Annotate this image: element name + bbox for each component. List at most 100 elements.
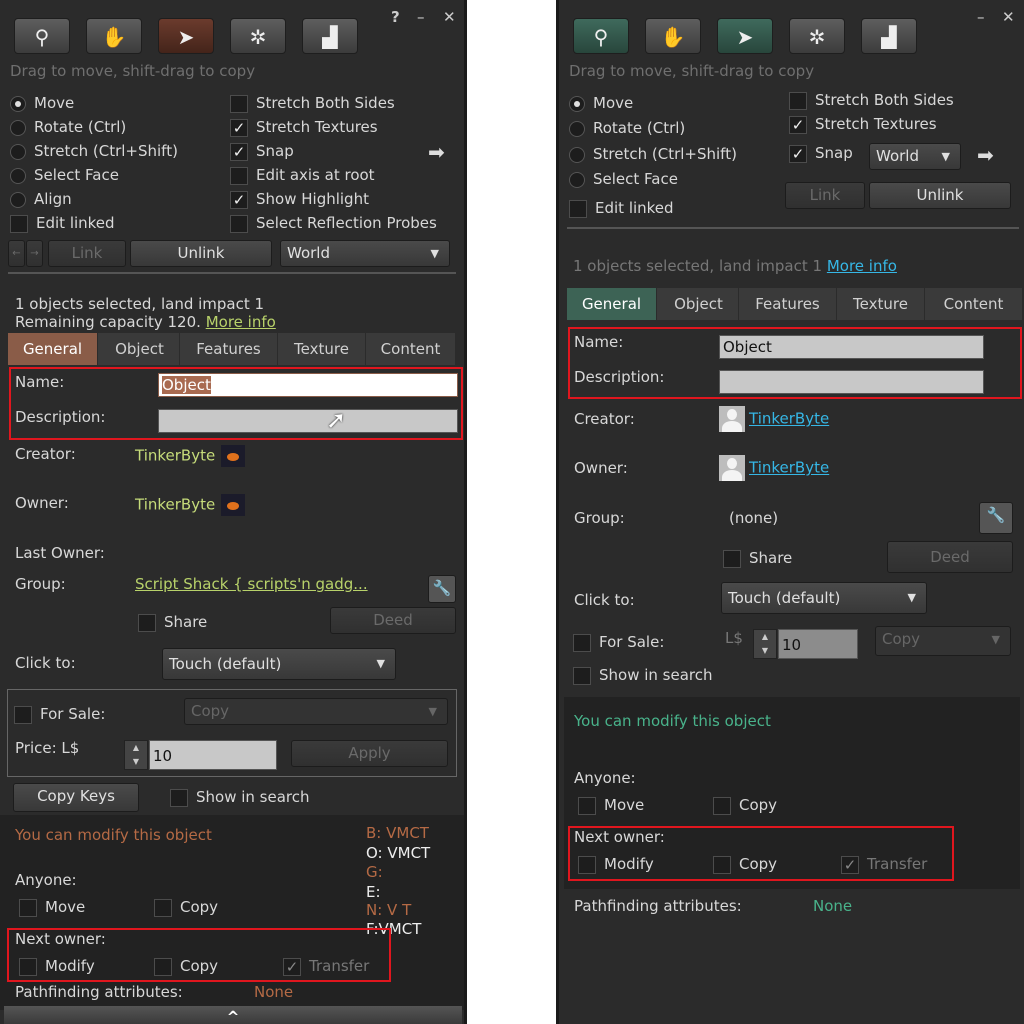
unlink-button[interactable]: Unlink — [130, 240, 272, 267]
for-sale-checkbox[interactable]: For Sale: — [573, 633, 664, 652]
anyone-move-checkbox[interactable]: Move — [578, 796, 644, 815]
stretch-textures-checkbox[interactable]: ✓ Stretch Textures — [789, 115, 937, 134]
share-checkbox[interactable]: Share — [138, 613, 207, 632]
tab-general[interactable]: General — [567, 288, 657, 320]
tab-features[interactable]: Features — [180, 333, 278, 365]
click-action-dropdown[interactable]: Touch (default) ▼ — [721, 582, 927, 614]
creator-name[interactable]: TinkerByte — [135, 445, 246, 467]
more-info-link[interactable]: More info — [827, 257, 897, 275]
next-link-button[interactable]: → — [26, 240, 43, 267]
tab-texture[interactable]: Texture — [278, 333, 366, 365]
select-tool-button[interactable]: ➤ — [158, 18, 214, 54]
price-stepper[interactable]: ▲ ▼ — [753, 629, 777, 659]
anyone-move-checkbox[interactable]: Move — [19, 898, 85, 917]
checkbox-box — [723, 549, 741, 568]
owner-name[interactable]: TinkerByte — [719, 455, 829, 481]
tab-content[interactable]: Content — [366, 333, 456, 365]
close-icon[interactable]: ✕ — [1002, 8, 1015, 26]
snap-grid-dropdown[interactable]: World ▼ — [280, 240, 450, 267]
checkbox-label: Stretch Textures — [815, 115, 937, 133]
minimize-icon[interactable]: – — [417, 8, 425, 26]
radio-align[interactable]: Align — [10, 190, 72, 208]
select-tool-button[interactable]: ➤ — [717, 18, 773, 54]
link-button[interactable]: Link — [785, 182, 865, 209]
radio-rotate[interactable]: Rotate (Ctrl) — [10, 118, 126, 136]
arrow-right-small-icon: → — [30, 248, 39, 259]
radio-move[interactable]: Move — [569, 94, 633, 112]
grab-tool-button[interactable]: ✋ — [86, 18, 142, 54]
tab-texture[interactable]: Texture — [837, 288, 925, 320]
sale-type-dropdown[interactable]: Copy ▼ — [184, 698, 448, 725]
divider — [8, 272, 456, 274]
help-icon[interactable]: ? — [391, 8, 400, 26]
creator-name[interactable]: TinkerByte — [719, 406, 829, 432]
tab-general[interactable]: General — [8, 333, 98, 365]
sale-type-dropdown[interactable]: Copy ▼ — [875, 626, 1011, 656]
stretch-both-sides-checkbox[interactable]: Stretch Both Sides — [230, 94, 395, 113]
tab-content[interactable]: Content — [925, 288, 1023, 320]
owner-link[interactable]: TinkerByte — [749, 459, 829, 477]
create-tool-button[interactable]: ✲ — [789, 18, 845, 54]
click-action-dropdown[interactable]: Touch (default) ▼ — [162, 648, 396, 680]
dropdown-value: Copy — [191, 702, 230, 720]
select-reflection-probes-checkbox[interactable]: Select Reflection Probes — [230, 214, 437, 233]
owner-name[interactable]: TinkerByte — [135, 494, 246, 516]
minimize-icon[interactable]: – — [977, 8, 985, 26]
zoom-tool-button[interactable]: ⚲ — [14, 18, 70, 54]
radio-select-face[interactable]: Select Face — [569, 170, 678, 188]
checkbox-box — [138, 613, 156, 632]
set-group-button[interactable]: 🔧 — [428, 575, 456, 603]
edit-axis-at-root-checkbox[interactable]: Edit axis at root — [230, 166, 375, 185]
grab-tool-button[interactable]: ✋ — [645, 18, 701, 54]
deed-button[interactable]: Deed — [330, 607, 456, 634]
set-group-button[interactable]: 🔧 — [979, 502, 1013, 534]
tab-object[interactable]: Object — [659, 288, 739, 320]
land-tool-button[interactable]: ▟ — [302, 18, 358, 54]
close-icon[interactable]: ✕ — [443, 8, 456, 26]
zoom-tool-button[interactable]: ⚲ — [573, 18, 629, 54]
price-input[interactable]: 10 — [778, 629, 858, 659]
copy-keys-button[interactable]: Copy Keys — [13, 783, 139, 812]
owner-label: Owner: — [15, 494, 69, 512]
arrow-right-icon[interactable]: ➡ — [977, 143, 994, 167]
anyone-copy-checkbox[interactable]: Copy — [154, 898, 218, 917]
deed-button[interactable]: Deed — [887, 541, 1013, 573]
stretch-textures-checkbox[interactable]: ✓ Stretch Textures — [230, 118, 378, 137]
expand-panel-button[interactable]: ^ — [4, 1006, 462, 1024]
show-in-search-checkbox[interactable]: Show in search — [170, 788, 310, 807]
radio-stretch[interactable]: Stretch (Ctrl+Shift) — [569, 145, 737, 163]
price-input[interactable]: 10 — [149, 740, 277, 770]
radio-move[interactable]: Move — [10, 94, 74, 112]
create-tool-button[interactable]: ✲ — [230, 18, 286, 54]
radio-label: Select Face — [34, 166, 119, 184]
price-stepper[interactable]: ▲ ▼ — [124, 740, 148, 770]
anyone-copy-checkbox[interactable]: Copy — [713, 796, 777, 815]
link-button[interactable]: Link — [48, 240, 126, 267]
checkbox-label: Snap — [815, 144, 853, 162]
more-info-link[interactable]: More info — [206, 313, 276, 331]
for-sale-checkbox[interactable]: For Sale: — [14, 705, 105, 724]
snap-checkbox[interactable]: ✓ Snap — [789, 144, 853, 163]
checkbox-box — [573, 666, 591, 685]
radio-select-face[interactable]: Select Face — [10, 166, 119, 184]
radio-rotate[interactable]: Rotate (Ctrl) — [569, 119, 685, 137]
share-checkbox[interactable]: Share — [723, 549, 792, 568]
radio-stretch[interactable]: Stretch (Ctrl+Shift) — [10, 142, 178, 160]
stretch-both-sides-checkbox[interactable]: Stretch Both Sides — [789, 91, 954, 110]
unlink-button[interactable]: Unlink — [869, 182, 1011, 209]
prev-link-button[interactable]: ← — [8, 240, 25, 267]
tab-features[interactable]: Features — [739, 288, 837, 320]
show-in-search-checkbox[interactable]: Show in search — [573, 666, 713, 685]
snap-grid-dropdown[interactable]: World ▼ — [869, 143, 961, 170]
edit-linked-checkbox[interactable]: Edit linked — [10, 214, 115, 233]
arrow-right-icon[interactable]: ➡ — [428, 140, 445, 164]
land-tool-button[interactable]: ▟ — [861, 18, 917, 54]
group-link[interactable]: Script Shack { scripts'n gadg... — [135, 575, 368, 593]
creator-link[interactable]: TinkerByte — [749, 410, 829, 428]
show-highlight-checkbox[interactable]: ✓ Show Highlight — [230, 190, 369, 209]
apply-button[interactable]: Apply — [291, 740, 448, 767]
edit-linked-checkbox[interactable]: Edit linked — [569, 199, 674, 218]
radio-dot — [10, 167, 26, 184]
snap-checkbox[interactable]: ✓ Snap — [230, 142, 294, 161]
tab-object[interactable]: Object — [100, 333, 180, 365]
